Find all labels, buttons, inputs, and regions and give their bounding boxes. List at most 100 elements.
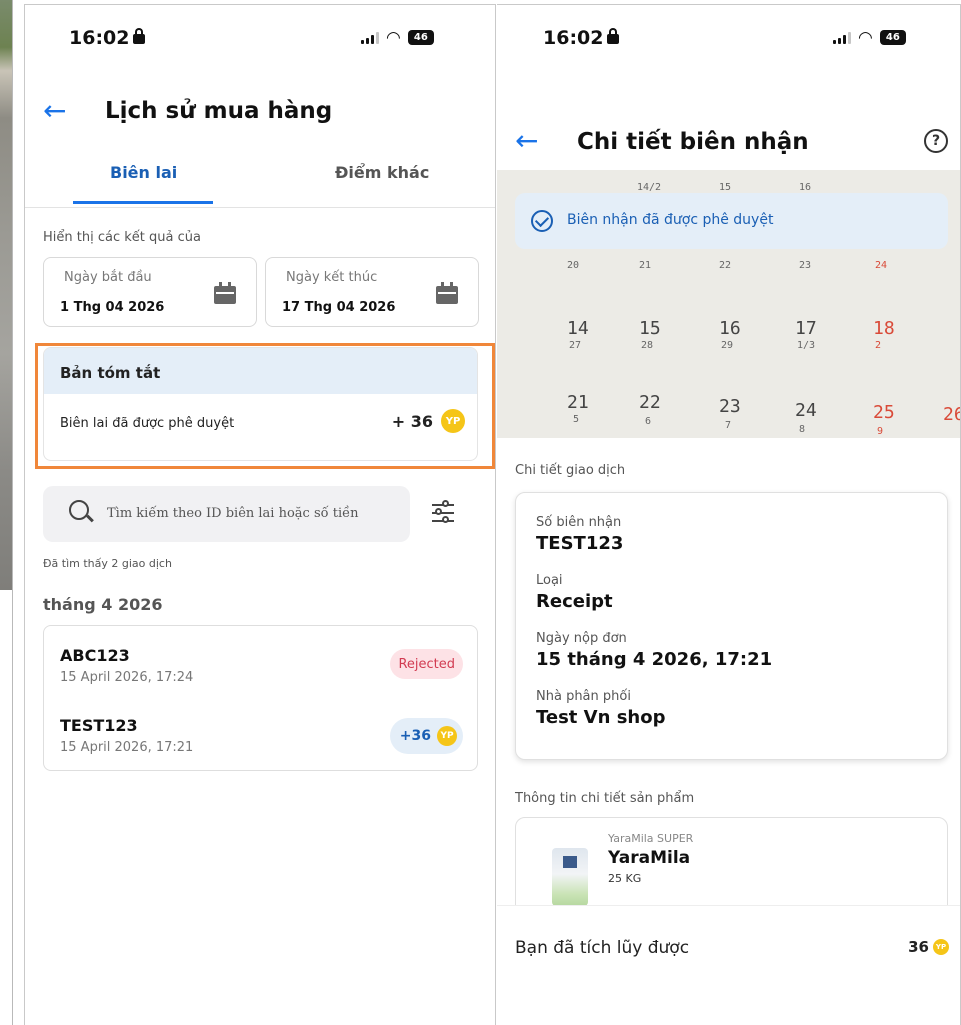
accumulated-value: 36 YP <box>908 938 949 956</box>
background-strip <box>0 0 14 1025</box>
calendar-icon[interactable] <box>436 282 458 304</box>
section-product-label: Thông tin chi tiết sản phẩm <box>515 791 695 806</box>
receipt-number-label: Số biên nhận <box>536 515 622 530</box>
receipt-detail-screen: 16:02 ◠ 46 ← Chi tiết biên nhận ? 14/2 1… <box>497 4 961 1025</box>
battery-icon: 46 <box>407 30 434 45</box>
calendar-text: 16 <box>799 182 812 193</box>
calendar-text: 24 <box>875 260 888 271</box>
page-title: Chi tiết biên nhận <box>577 129 809 155</box>
calendar-text: 27 <box>569 340 582 351</box>
transactions-list: ABC123 15 April 2026, 17:24 Rejected TES… <box>43 625 478 771</box>
calendar-text: 21 <box>639 260 652 271</box>
calendar-text: 28 <box>641 340 654 351</box>
status-icons: ◠ 46 <box>361 27 434 48</box>
product-image <box>552 848 588 906</box>
calendar-text: 17 <box>795 318 817 339</box>
approved-text: Biên nhận đã được phê duyệt <box>567 212 774 228</box>
calendar-text: 23 <box>719 396 741 417</box>
product-name: YaraMila <box>608 848 691 868</box>
tab-receipts[interactable]: Biên lai <box>110 163 177 182</box>
calendar-text: 29 <box>721 340 734 351</box>
check-circle-icon <box>531 210 553 232</box>
calendar-text: 23 <box>799 260 812 271</box>
calendar-text: 20 <box>567 260 580 271</box>
product-brand: YaraMila SUPER <box>608 832 694 845</box>
calendar-text: 5 <box>573 414 580 425</box>
month-header: tháng 4 2026 <box>43 595 163 614</box>
calendar-icon[interactable] <box>214 282 236 304</box>
product-size: 25 KG <box>608 872 642 885</box>
calendar-text: 18 <box>873 318 895 339</box>
signal-icon <box>361 31 379 44</box>
divider <box>12 0 13 1025</box>
search-input[interactable]: Tìm kiếm theo ID biên lai hoặc số tiền <box>43 486 410 542</box>
end-date-label: Ngày kết thúc <box>286 270 378 285</box>
transaction-id: ABC123 <box>60 646 130 665</box>
page-title: Lịch sử mua hàng <box>105 98 333 124</box>
points-footer: Bạn đã tích lũy được 36 YP <box>497 905 960 1025</box>
status-time: 16:02 <box>69 27 146 49</box>
points-coin-icon: YP <box>933 939 949 955</box>
accumulated-label: Bạn đã tích lũy được <box>515 938 690 958</box>
distributor-value: Test Vn shop <box>536 707 666 728</box>
calendar-text: 2 <box>875 340 882 351</box>
battery-icon: 46 <box>879 30 906 45</box>
calendar-text: 6 <box>645 416 652 427</box>
tab-indicator <box>73 201 213 204</box>
calendar-text: 15 <box>719 182 732 193</box>
status-bar: 16:02 ◠ 46 <box>25 25 495 55</box>
transaction-detail-card: Số biên nhận TEST123 Loại Receipt Ngày n… <box>515 492 948 760</box>
status-time: 16:02 <box>543 27 620 49</box>
help-icon[interactable]: ? <box>924 129 948 153</box>
search-icon <box>69 500 89 520</box>
points-badge: +36 YP <box>389 718 463 754</box>
calendar-text: 8 <box>799 424 806 435</box>
back-arrow-icon[interactable]: ← <box>43 97 66 125</box>
calendar-text: 21 <box>567 392 589 413</box>
signal-icon <box>833 31 851 44</box>
distributor-label: Nhà phân phối <box>536 689 631 704</box>
calendar-text: 16 <box>719 318 741 339</box>
points-coin-icon: YP <box>437 726 457 746</box>
calendar-text: 24 <box>795 400 817 421</box>
wifi-icon: ◠ <box>386 27 401 48</box>
tab-divider <box>25 207 495 208</box>
back-arrow-icon[interactable]: ← <box>515 127 538 155</box>
end-date-field[interactable]: Ngày kết thúc 17 Thg 04 2026 <box>265 257 479 327</box>
start-date-field[interactable]: Ngày bắt đầu 1 Thg 04 2026 <box>43 257 257 327</box>
end-date-value: 17 Thg 04 2026 <box>282 300 396 315</box>
calendar-text: 14/2 <box>637 182 662 193</box>
type-value: Receipt <box>536 591 613 612</box>
filter-icon[interactable] <box>430 500 456 525</box>
calendar-text: 25 <box>873 402 895 423</box>
calendar-text: 7 <box>725 420 732 431</box>
calendar-text: 26 <box>943 404 960 425</box>
calendar-text: 9 <box>877 426 884 437</box>
lock-icon <box>133 28 146 44</box>
transaction-id: TEST123 <box>60 716 138 735</box>
approved-banner: Biên nhận đã được phê duyệt <box>515 193 948 249</box>
start-date-value: 1 Thg 04 2026 <box>60 300 165 315</box>
transaction-date: 15 April 2026, 17:24 <box>60 670 194 685</box>
purchase-history-screen: 16:02 ◠ 46 ← Lịch sử mua hàng Biên lai Đ… <box>24 4 496 1025</box>
tab-other-points[interactable]: Điểm khác <box>335 163 429 182</box>
calendar-text: 22 <box>719 260 732 271</box>
status-badge: Rejected <box>390 649 463 679</box>
highlight-frame <box>35 343 495 469</box>
status-icons: ◠ 46 <box>833 29 906 46</box>
submit-date-value: 15 tháng 4 2026, 17:21 <box>536 649 773 670</box>
range-label: Hiển thị các kết quả của <box>43 230 201 245</box>
submit-date-label: Ngày nộp đơn <box>536 631 627 646</box>
section-transaction-label: Chi tiết giao dịch <box>515 463 626 478</box>
search-placeholder: Tìm kiếm theo ID biên lai hoặc số tiền <box>107 506 359 521</box>
calendar-text: 14 <box>567 318 589 339</box>
transaction-date: 15 April 2026, 17:21 <box>60 740 194 755</box>
calendar-text: 22 <box>639 392 661 413</box>
type-label: Loại <box>536 573 563 588</box>
receipt-number-value: TEST123 <box>536 533 624 554</box>
start-date-label: Ngày bắt đầu <box>64 270 152 285</box>
results-count: Đã tìm thấy 2 giao dịch <box>43 557 172 570</box>
lock-icon <box>607 28 620 44</box>
calendar-text: 1/3 <box>797 340 816 351</box>
status-bar: 16:02 ◠ 46 <box>497 25 960 55</box>
